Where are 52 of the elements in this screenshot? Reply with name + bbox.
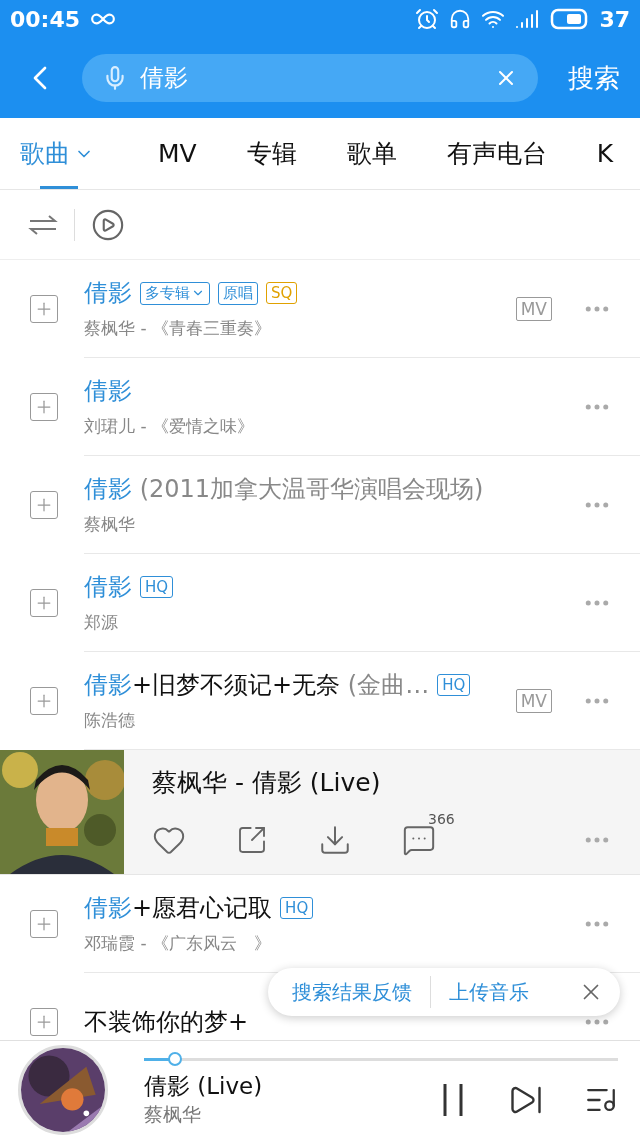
comment-icon[interactable] [402,823,436,857]
category-tab[interactable]: 专辑 [236,118,307,189]
add-button[interactable] [30,491,58,519]
category-tab[interactable]: 歌曲 [10,118,104,189]
sort-icon[interactable] [28,212,58,237]
song-artist-album: 陈浩德 [84,709,136,732]
song-title: 不装饰你的梦+ [84,1006,249,1038]
song-title: 倩影 [84,572,132,603]
song-artist-album: 蔡枫华 - 《青春三重奏》 [84,317,272,340]
player-title: 倩影 (Live) [144,1072,264,1101]
mv-badge[interactable]: MV [515,296,552,321]
download-icon[interactable] [318,823,352,857]
song-title: 倩影 (2011加拿大温哥华演唱会现场) [84,474,484,505]
song-title: 倩影 [84,376,132,407]
headphones-icon [449,8,472,30]
add-button[interactable] [30,589,58,617]
category-tab[interactable]: 有声电台 [436,118,557,189]
now-playing-title: 蔡枫华 - 倩影 (Live) [152,767,382,799]
add-button[interactable] [30,910,58,938]
battery-icon [549,8,590,30]
status-time: 00:45 [10,6,81,32]
search-field[interactable]: 倩影 [82,54,538,102]
quality-tag: 原唱 [218,281,258,305]
add-button[interactable] [30,687,58,715]
share-icon[interactable] [236,824,268,856]
song-title: 倩影+愿君心记取 [84,893,273,924]
quality-tag: HQ [437,674,471,696]
add-button[interactable] [30,1008,58,1036]
quality-tag: HQ [140,576,174,598]
alarm-icon [415,7,440,31]
play-all-button[interactable] [91,207,125,242]
song-artist-album: 刘珺儿 - 《爱情之味》 [84,415,255,438]
comment-count: 366 [428,811,455,827]
add-button[interactable] [30,295,58,323]
signal-icon [515,7,540,31]
upload-link[interactable]: 上传音乐 [449,978,529,1006]
song-artist-album: 邓瑞霞 - 《广东风云 》 [84,932,272,955]
search-button[interactable]: 搜索 [560,60,628,96]
song-title: 倩影 [84,278,132,309]
add-button[interactable] [30,393,58,421]
player-artist: 蔡枫华 [144,1102,202,1127]
quality-tag[interactable]: 多专辑 [140,281,210,305]
category-tab[interactable]: 歌单 [336,118,407,189]
progress-thumb[interactable] [167,1052,182,1066]
battery-level: 37 [599,6,630,32]
song-title: 倩影+旧梦不须记+无奈 (金曲… [84,670,430,701]
song-artist-album: 蔡枫华 [84,513,136,536]
feedback-link[interactable]: 搜索结果反馈 [292,978,412,1006]
mv-badge[interactable]: MV [515,688,552,713]
song-artist-album: 郑源 [84,611,119,634]
quality-tag: SQ [266,282,298,304]
quality-tag: HQ [280,897,314,919]
